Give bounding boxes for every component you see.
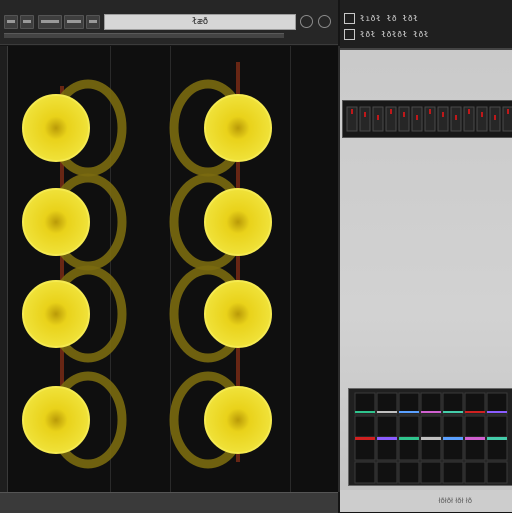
mixer-cell[interactable] [376, 461, 398, 484]
mixer-cell[interactable] [442, 461, 464, 484]
keyframe-marker [507, 109, 509, 114]
mixer-cell[interactable] [442, 392, 464, 415]
lemon-node [22, 94, 90, 162]
mixer-cell[interactable] [420, 392, 442, 415]
status-bar [0, 492, 338, 513]
keyframe-marker [416, 115, 418, 120]
panel-row[interactable]: łıðł łð łðł [344, 12, 418, 24]
mixer-cell[interactable] [464, 392, 486, 415]
timeline-strip[interactable] [4, 33, 284, 38]
mixer-cell[interactable] [442, 438, 464, 461]
keyframe-marker [364, 112, 366, 117]
mixer-cell[interactable] [420, 461, 442, 484]
panel-row-label: łıðł łð łðł [360, 13, 419, 23]
toolbar-button-4[interactable] [64, 15, 84, 29]
mixer-level [421, 437, 441, 440]
toolbar-button-5[interactable] [86, 15, 100, 29]
node-graph [22, 62, 272, 469]
mixer-cell[interactable] [376, 392, 398, 415]
mixer-level [443, 411, 463, 413]
panel-row-label: łðł łðłðł łðł [360, 29, 430, 39]
mixer-level [399, 437, 419, 440]
mixer-cell[interactable] [376, 438, 398, 461]
mixer-cell[interactable] [464, 415, 486, 438]
keyframe-marker [429, 109, 431, 114]
mixer-cell[interactable] [420, 415, 442, 438]
mixer-cell[interactable] [486, 392, 508, 415]
mixer-cell[interactable] [398, 438, 420, 461]
checkbox[interactable] [344, 12, 355, 24]
keyframe-marker [442, 112, 444, 117]
mixer-level [399, 411, 419, 413]
mixer-cell[interactable] [398, 415, 420, 438]
mixer-cell[interactable] [354, 461, 376, 484]
lemon-node [22, 188, 90, 256]
toolbar-button-2[interactable] [20, 15, 34, 29]
close-icon[interactable] [318, 15, 331, 28]
mixer-level [421, 411, 441, 413]
mixer-level [355, 411, 375, 413]
lemon-node [204, 188, 272, 256]
mixer-cell[interactable] [464, 438, 486, 461]
mixer-cell[interactable] [486, 438, 508, 461]
lemon-node [204, 280, 272, 348]
mixer-cell[interactable] [398, 392, 420, 415]
mixer-cell[interactable] [420, 438, 442, 461]
title-field[interactable]: łæð [104, 14, 296, 30]
mixer-cell[interactable] [354, 392, 376, 415]
mixer-level [443, 437, 463, 440]
lemon-node [204, 386, 272, 454]
keyframe-marker [494, 115, 496, 120]
toolbar-button-1[interactable] [4, 15, 18, 29]
panel-row[interactable]: łðł łðłðł łðł [344, 28, 429, 40]
mixer-cell[interactable] [442, 415, 464, 438]
mixer-level [465, 411, 485, 413]
mixer-grid[interactable] [348, 388, 512, 486]
checkbox[interactable] [344, 28, 355, 40]
mixer-cell[interactable] [376, 415, 398, 438]
keyframe-marker [455, 115, 457, 120]
keyframe-slot[interactable] [398, 106, 410, 132]
properties-panel: łıðł łð łðł łðł łðłðł łðł łðłðł łðł łð [340, 0, 512, 512]
lemon-node [204, 94, 272, 162]
keyframe-marker [377, 115, 379, 120]
mixer-cell[interactable] [354, 438, 376, 461]
lemon-node [22, 386, 90, 454]
keyframe-marker [468, 109, 470, 114]
mixer-cell[interactable] [464, 461, 486, 484]
keyframe-marker [403, 112, 405, 117]
mixer-cell[interactable] [354, 415, 376, 438]
keyframe-marker [351, 109, 353, 114]
keyframe-slot[interactable] [476, 106, 488, 132]
mixer-cell[interactable] [486, 461, 508, 484]
lemon-node [22, 280, 90, 348]
mixer-level [487, 411, 507, 413]
keyframe-strip[interactable] [342, 100, 512, 138]
mixer-level [377, 411, 397, 413]
main-toolbar: łæð [0, 0, 338, 45]
keyframe-marker [481, 112, 483, 117]
mixer-cell[interactable] [486, 415, 508, 438]
keyframe-slot[interactable] [437, 106, 449, 132]
mixer-level [465, 437, 485, 440]
keyframe-slot[interactable] [359, 106, 371, 132]
keyframe-marker [390, 109, 392, 114]
mixer-level [487, 437, 507, 440]
panel-header: łıðł łð łðł łðł łðłðł łðł [340, 0, 512, 50]
mixer-level [355, 437, 375, 440]
panel-footer: łðłðł łðł łð [340, 490, 512, 512]
mixer-level [377, 437, 397, 440]
toolbar-button-3[interactable] [38, 15, 62, 29]
mixer-cell[interactable] [398, 461, 420, 484]
node-canvas[interactable] [0, 46, 340, 492]
settings-icon[interactable] [300, 15, 313, 28]
